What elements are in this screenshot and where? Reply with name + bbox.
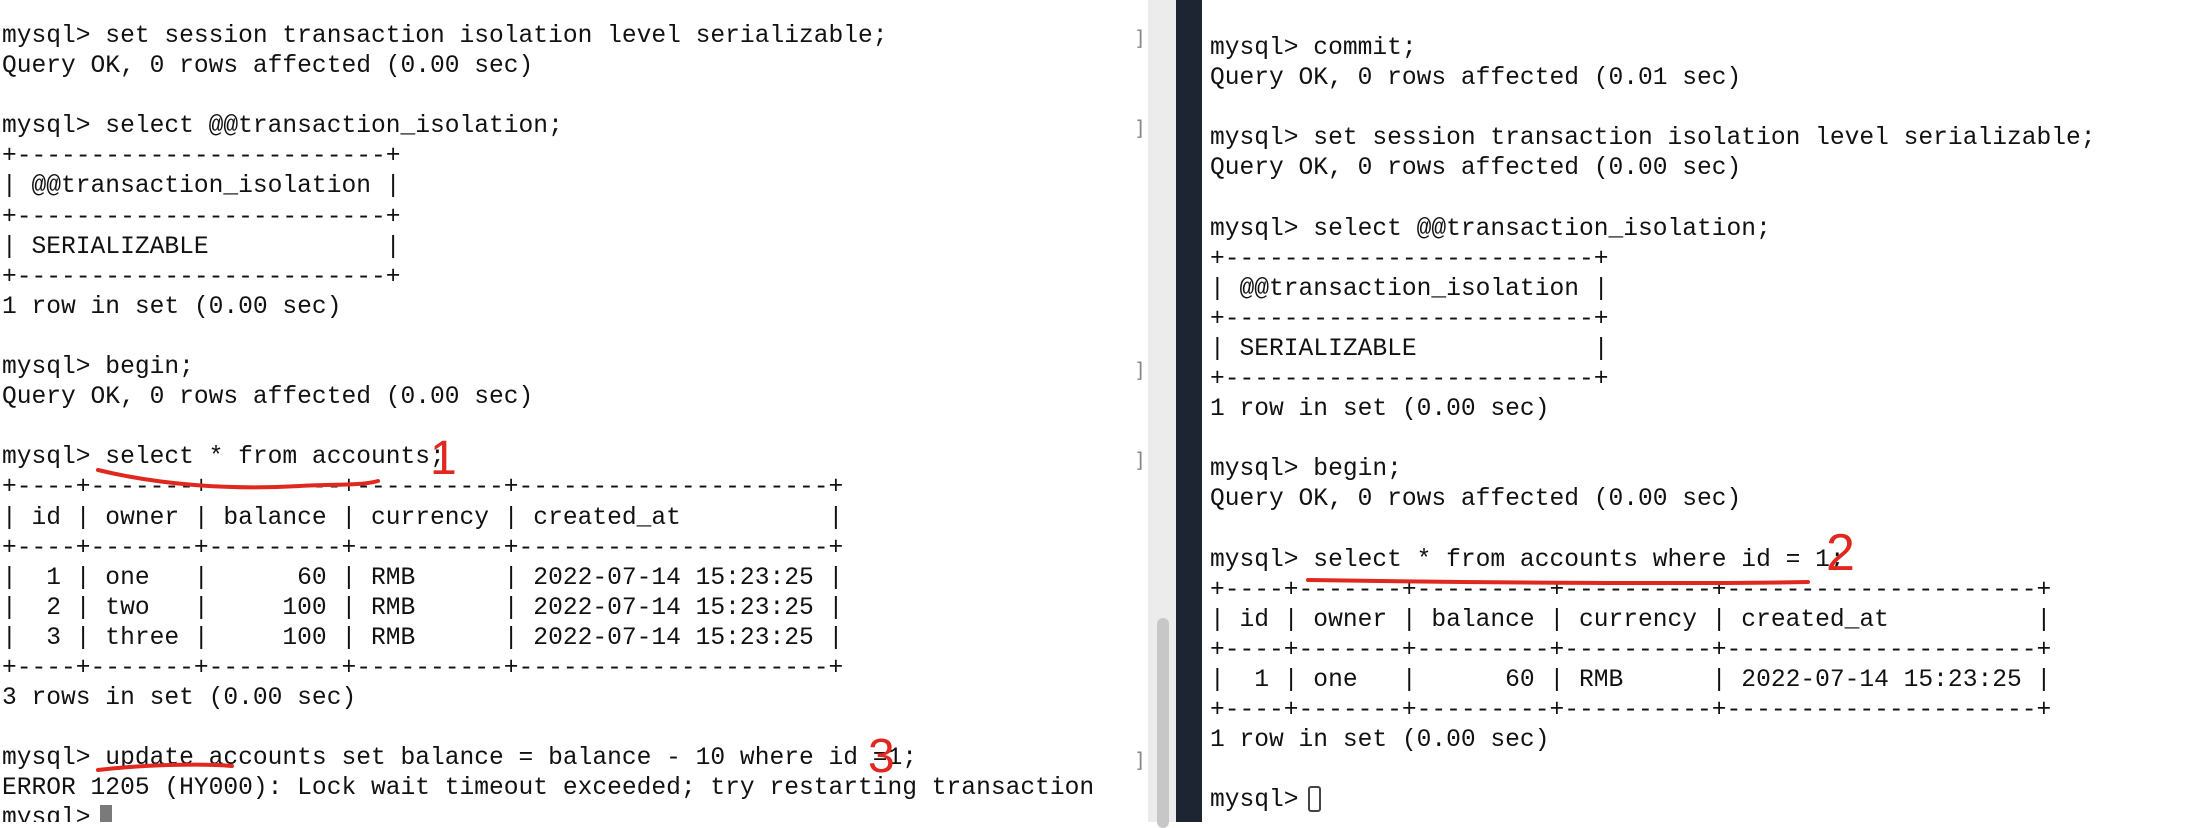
bracket-mark: ] (1134, 448, 1147, 472)
bracket-mark: ] (1134, 748, 1147, 772)
right-terminal-output: mysql> commit; Query OK, 0 rows affected … (1210, 34, 2096, 816)
terminal-line: | 1 | one | 60 | RMB | 2022-07-14 15:23:… (2, 564, 844, 592)
bracket-mark: ] (1134, 26, 1147, 50)
window-edge-strip (1176, 0, 1202, 822)
terminal-line: | id | owner | balance | currency | crea… (2, 504, 844, 532)
terminal-line: mysql> begin; (1210, 456, 1402, 484)
terminal-line: 1 row in set (0.00 sec) (1210, 396, 1550, 424)
terminal-line: +----+-------+---------+----------+-----… (1210, 697, 2052, 725)
terminal-line: 3 rows in set (0.00 sec) (2, 685, 357, 713)
terminal-line: ERROR 1205 (HY000): Lock wait timeout ex… (2, 775, 1095, 803)
terminal-line: | SERIALIZABLE | (1210, 335, 1609, 363)
terminal-line: mysql> set session transaction isolation… (1210, 125, 2096, 153)
terminal-line: +-------------------------+ (1210, 305, 1609, 333)
terminal-line: mysql> (1210, 787, 1314, 815)
terminal-line: | id | owner | balance | currency | crea… (1210, 606, 2052, 634)
terminal-line: Query OK, 0 rows affected (0.00 sec) (2, 384, 534, 412)
terminal-line: +-------------------------+ (2, 203, 401, 231)
terminal-line: +----+-------+---------+----------+-----… (2, 474, 844, 502)
terminal-line: 1 row in set (0.00 sec) (2, 293, 342, 321)
terminal-line: mysql> select @@transaction_isolation; (1210, 215, 1771, 243)
terminal-line: 1 row in set (0.00 sec) (1210, 727, 1550, 755)
terminal-line: +----+-------+---------+----------+-----… (1210, 576, 2052, 604)
terminal-line: | @@transaction_isolation | (2, 173, 401, 201)
bracket-mark: ] (1134, 116, 1147, 140)
terminal-line: mysql> select * from accounts where id =… (1210, 546, 1845, 574)
terminal-line: mysql> (2, 805, 106, 822)
right-terminal-pane[interactable]: mysql> commit; Query OK, 0 rows affected … (1202, 0, 2190, 822)
terminal-line: mysql> select @@transaction_isolation; (2, 113, 563, 141)
terminal-line: | @@transaction_isolation | (1210, 275, 1609, 303)
terminal-line: mysql> update accounts set balance = bal… (2, 745, 918, 773)
terminal-line: +-------------------------+ (1210, 245, 1609, 273)
terminal-line: +----+-------+---------+----------+-----… (2, 534, 844, 562)
terminal-line: Query OK, 0 rows affected (0.00 sec) (2, 53, 534, 81)
left-terminal-pane[interactable]: mysql> set session transaction isolation… (0, 0, 1148, 822)
terminal-line: | 1 | one | 60 | RMB | 2022-07-14 15:23:… (1210, 666, 2052, 694)
terminal-line: mysql> set session transaction isolation… (2, 23, 888, 50)
terminal-line: mysql> begin; (2, 354, 194, 382)
terminal-line: Query OK, 0 rows affected (0.00 sec) (1210, 486, 1742, 514)
left-terminal-output: mysql> set session transaction isolation… (2, 22, 1094, 822)
terminal-line: +-------------------------+ (2, 143, 401, 171)
terminal-line: mysql> commit; (1210, 35, 1417, 62)
terminal-line: Query OK, 0 rows affected (0.01 sec) (1210, 65, 1742, 93)
scrollbar-thumb[interactable] (1157, 618, 1169, 828)
terminal-line: +----+-------+---------+----------+-----… (2, 654, 844, 682)
terminal-line: +----+-------+---------+----------+-----… (1210, 636, 2052, 664)
terminal-line: | 2 | two | 100 | RMB | 2022-07-14 15:23… (2, 594, 844, 622)
terminal-line: | 3 | three | 100 | RMB | 2022-07-14 15:… (2, 624, 844, 652)
right-terminal-cursor (1308, 786, 1321, 812)
terminal-line: | SERIALIZABLE | (2, 233, 401, 261)
bracket-mark: ] (1134, 358, 1147, 382)
terminal-line: mysql> select * from accounts; (2, 444, 445, 472)
terminal-line: +-------------------------+ (1210, 366, 1609, 394)
terminal-line: +-------------------------+ (2, 263, 401, 291)
left-terminal-cursor (100, 805, 112, 822)
terminal-line: Query OK, 0 rows affected (0.00 sec) (1210, 155, 1742, 183)
